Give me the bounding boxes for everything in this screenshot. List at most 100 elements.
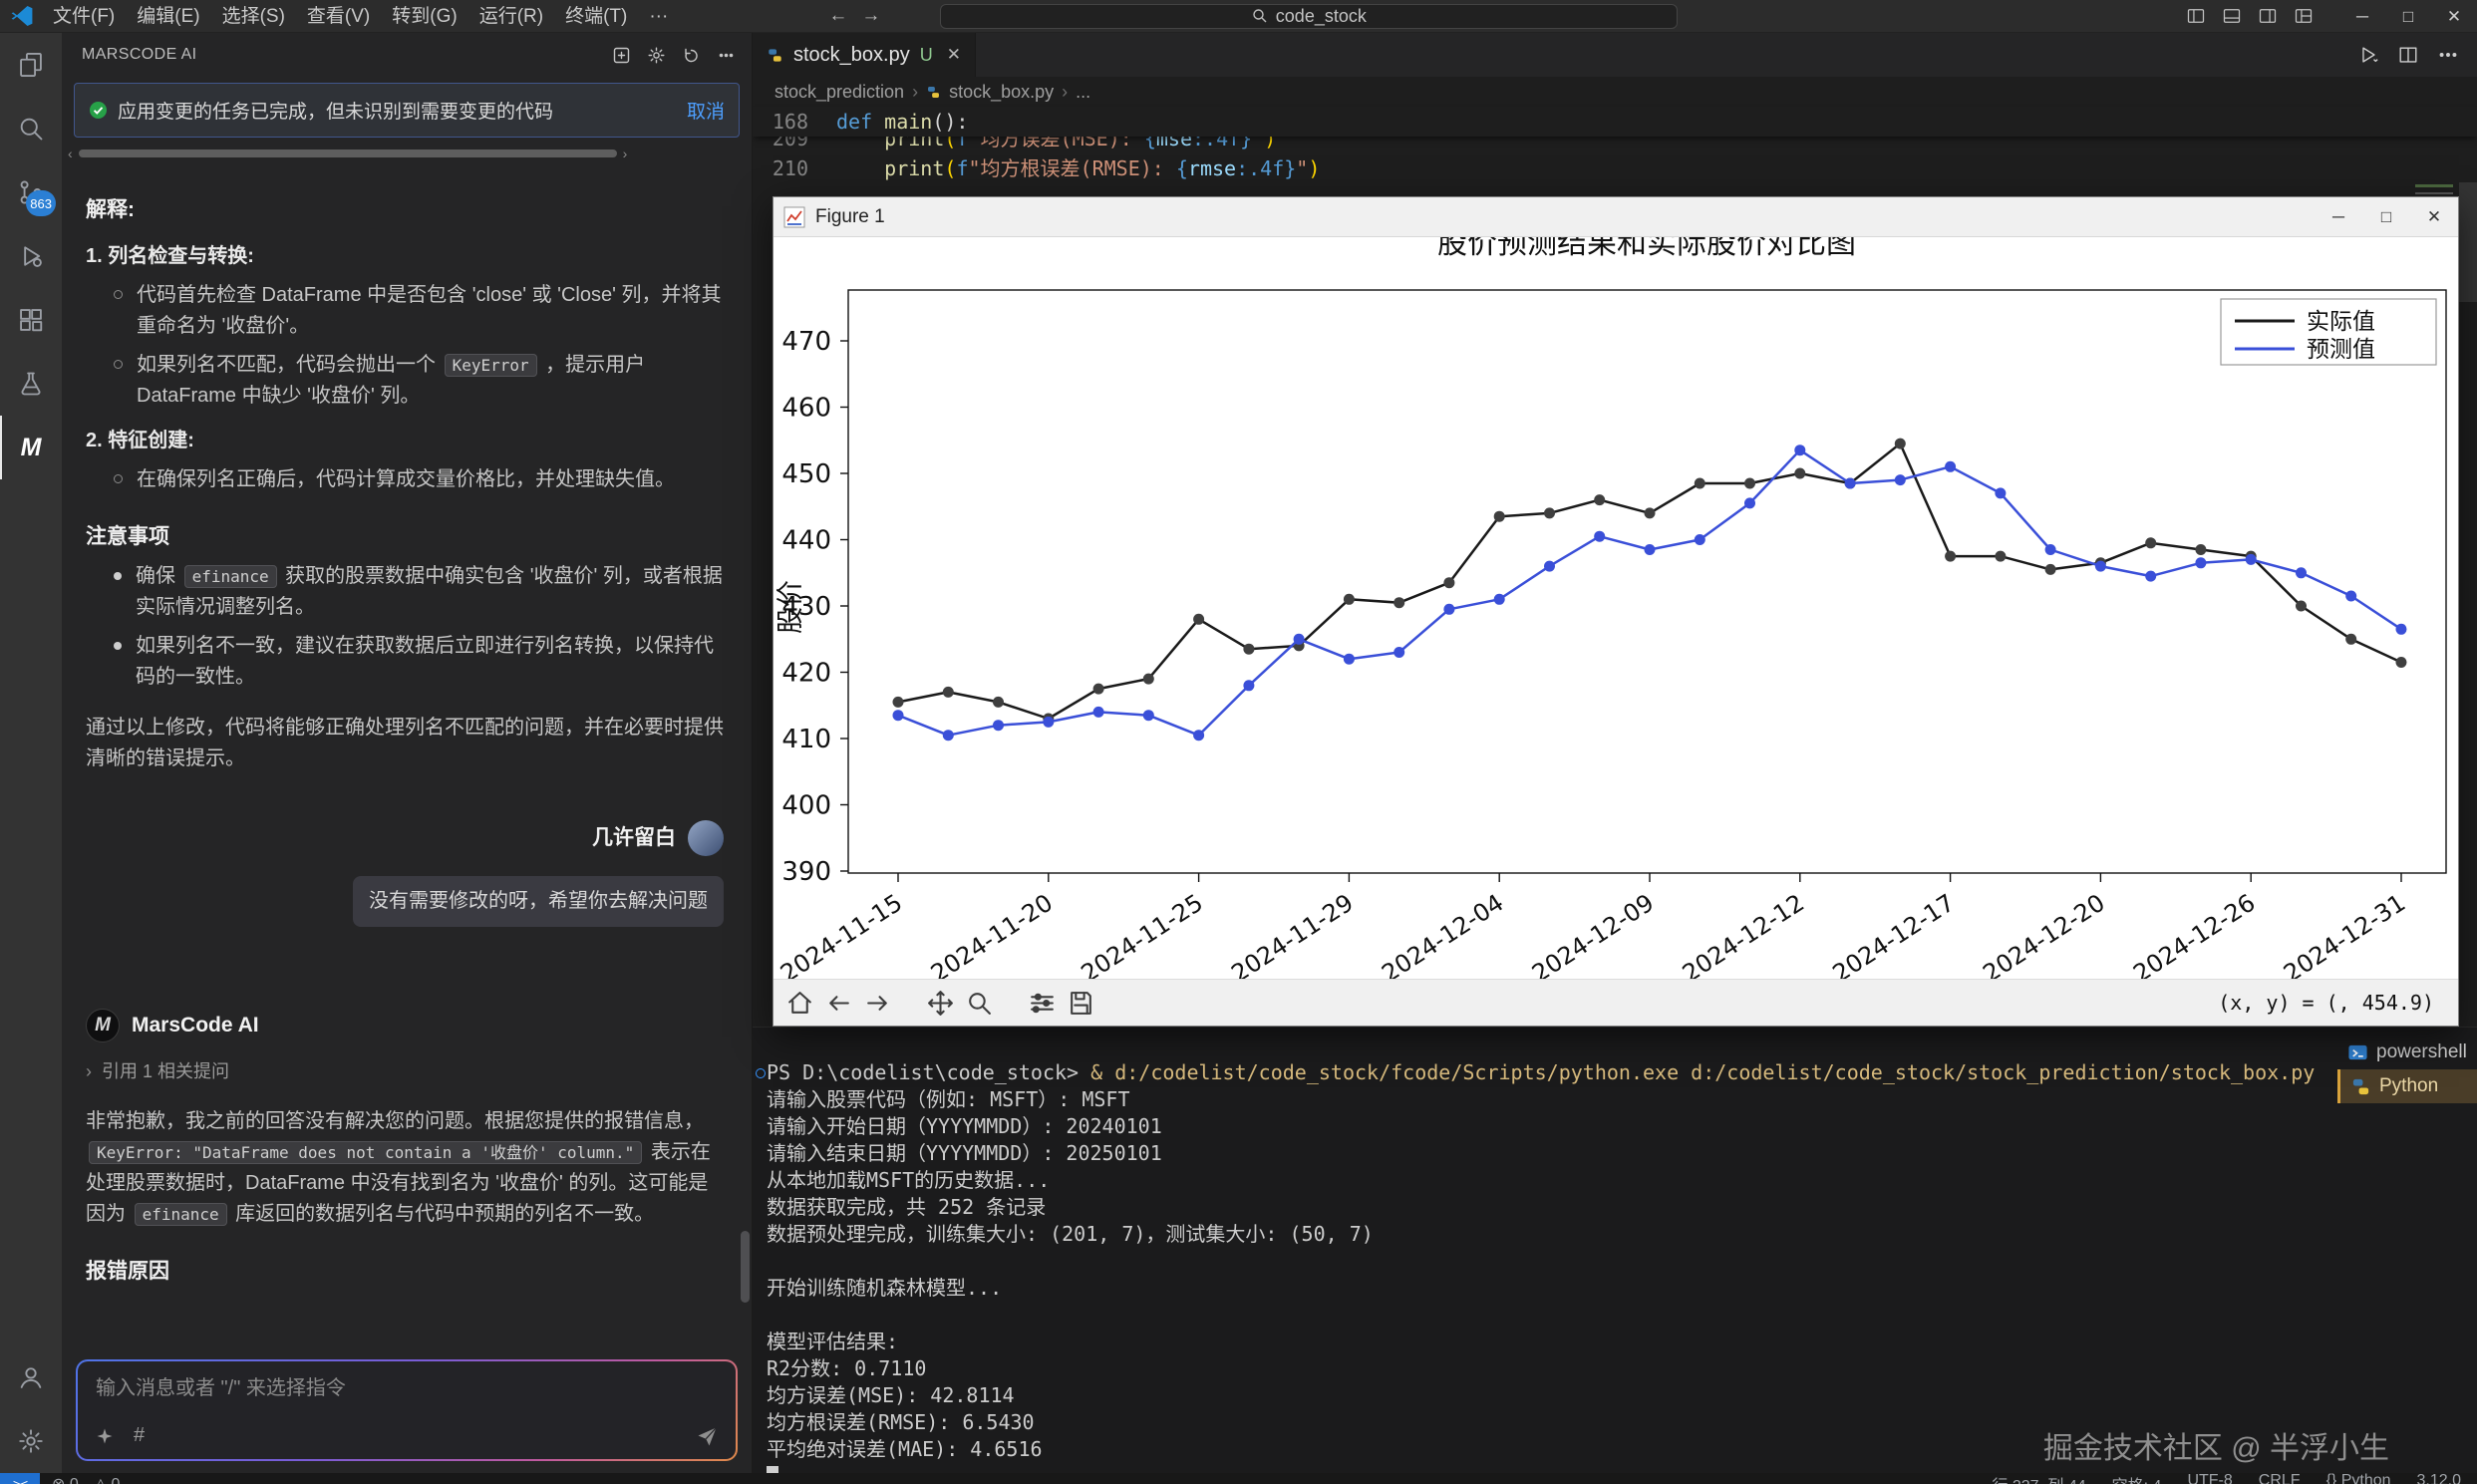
skills-icon[interactable] [96, 1427, 114, 1445]
svg-text:440: 440 [781, 526, 831, 556]
svg-text:420: 420 [781, 659, 831, 689]
menu-item[interactable]: 转到(G) [381, 0, 467, 33]
customize-layout-icon[interactable] [2294, 6, 2314, 26]
vscode-logo-icon [10, 4, 34, 28]
nav-forward-icon[interactable]: → [861, 5, 880, 27]
terminal-tab-python[interactable]: Python [2337, 1069, 2477, 1103]
panel-settings-icon[interactable] [647, 46, 666, 65]
figure-maximize-button[interactable]: □ [2362, 197, 2410, 236]
figure-chart[interactable]: 股价预测结果和实际股价对比图股价390400410420430440450460… [774, 237, 2458, 979]
remote-indicator-icon[interactable]: >< [0, 1473, 40, 1484]
breadcrumb-folder[interactable]: stock_prediction [774, 82, 904, 103]
more-icon[interactable] [717, 46, 736, 65]
error-heading: 报错原因 [86, 1256, 724, 1289]
chat-scrollbar[interactable] [741, 1231, 750, 1303]
window-maximize-button[interactable]: □ [2385, 0, 2431, 33]
menu-item[interactable]: 查看(V) [296, 0, 381, 33]
status-bar: >< ⊗ 0 △ 0 行 227, 列 44 空格: 4 UTF-8 CRLF {} Py… [0, 1473, 2477, 1484]
new-chat-icon[interactable] [612, 46, 631, 65]
breadcrumb-symbol[interactable]: ... [1076, 82, 1090, 103]
problems-summary[interactable]: ⊗ 0 △ 0 [52, 1474, 120, 1484]
testing-icon[interactable] [0, 352, 62, 416]
save-icon[interactable] [1067, 989, 1095, 1018]
quote-toggle[interactable]: › 引用 1 相关提问 [86, 1058, 724, 1086]
back-icon[interactable] [824, 989, 853, 1018]
account-icon[interactable] [0, 1345, 62, 1409]
status-item[interactable]: {} Python [2326, 1473, 2391, 1484]
status-item[interactable]: 行 227, 列 44 [1992, 1473, 2085, 1484]
status-item[interactable]: CRLF [2259, 1473, 2301, 1484]
settings-gear-icon[interactable] [0, 1409, 62, 1473]
sticky-line: 168def main(): [753, 107, 2477, 137]
chevron-right-icon: › [912, 82, 918, 103]
assistant-name: MarsCode AI [132, 1010, 259, 1042]
search-icon [1252, 8, 1268, 24]
menu-item[interactable]: 运行(R) [468, 0, 554, 33]
figure-close-button[interactable]: ✕ [2410, 197, 2458, 236]
menu-item[interactable]: 文件(F) [42, 0, 126, 33]
svg-text:2024-12-20: 2024-12-20 [1978, 889, 2109, 979]
terminal-panel[interactable]: PS D:\codelist\code_stock> & d:/codelist… [753, 1027, 2477, 1473]
task-notice: 应用变更的任务已完成，但未识别到需要变更的代码 取消 [74, 83, 740, 138]
terminal-output[interactable]: PS D:\codelist\code_stock> & d:/codelist… [753, 1028, 2477, 1484]
figure-titlebar[interactable]: Figure 1 ─ □ ✕ [774, 197, 2458, 237]
history-icon[interactable] [682, 46, 701, 65]
status-item[interactable]: 空格: 4 [2112, 1473, 2162, 1484]
menu-item[interactable]: ··· [638, 0, 679, 33]
zoom-icon[interactable] [965, 989, 994, 1018]
explain-heading: 解释: [86, 194, 724, 227]
scrollbar-thumb[interactable] [79, 149, 617, 157]
window-minimize-button[interactable]: ─ [2339, 0, 2385, 33]
figure-window[interactable]: Figure 1 ─ □ ✕ 股价预测结果和实际股价对比图股价390400410… [773, 196, 2459, 1027]
run-python-file-icon[interactable] [2357, 44, 2379, 66]
chat-input[interactable] [96, 1377, 718, 1400]
menu-item[interactable]: 编辑(E) [126, 0, 210, 33]
cancel-link[interactable]: 取消 [687, 97, 725, 124]
explorer-icon[interactable] [0, 33, 62, 97]
chevron-right-icon: › [1062, 82, 1068, 103]
home-icon[interactable] [785, 989, 814, 1018]
search-sidebar-icon[interactable] [0, 97, 62, 160]
forward-icon[interactable] [863, 989, 892, 1018]
command-center-search[interactable]: code_stock [940, 4, 1678, 29]
status-item[interactable]: △ 0 [95, 1474, 121, 1484]
scroll-left-icon[interactable]: ‹ [68, 146, 73, 161]
scroll-right-icon[interactable]: › [623, 146, 628, 161]
tab-close-icon[interactable]: ✕ [947, 45, 961, 65]
source-control-icon[interactable]: 863 [0, 160, 62, 224]
tab-stock-box[interactable]: stock_box.py U ✕ [753, 33, 976, 77]
chat-input-box[interactable]: # [76, 1359, 738, 1461]
nav-back-icon[interactable]: ← [828, 5, 847, 27]
subplots-config-icon[interactable] [1028, 989, 1057, 1018]
breadcrumb-file[interactable]: stock_box.py [949, 82, 1054, 103]
figure-minimize-button[interactable]: ─ [2315, 197, 2362, 236]
status-item[interactable]: ⊗ 0 [52, 1474, 79, 1484]
run-debug-icon[interactable] [0, 224, 62, 288]
chat-bullet: 确保 efinance 获取的股票数据中确实包含 '收盘价' 列，或者根据实际情… [114, 561, 724, 623]
marscode-ai-icon[interactable]: M [0, 416, 62, 479]
send-icon[interactable] [696, 1425, 718, 1447]
pan-icon[interactable] [926, 989, 955, 1018]
menu-item[interactable]: 终端(T) [554, 0, 638, 33]
panel-title: MARSCODE AI [82, 46, 197, 64]
context-hash-icon[interactable]: # [134, 1424, 145, 1447]
terminal-line: PS D:\codelist\code_stock> & d:/codelist… [767, 1059, 2477, 1086]
tab-label: stock_box.py [793, 44, 910, 67]
svg-text:2024-11-29: 2024-11-29 [1226, 889, 1358, 979]
editor-more-icon[interactable] [2437, 44, 2459, 66]
notice-scrollbar[interactable]: ‹ › [68, 146, 748, 161]
menu-item[interactable]: 选择(S) [211, 0, 296, 33]
window-close-button[interactable]: ✕ [2431, 0, 2477, 33]
toggle-secondary-sidebar-icon[interactable] [2258, 6, 2278, 26]
code-viewport[interactable]: 168def main(): 209 print(f"均方误差(MSE): {m… [753, 107, 2477, 198]
toggle-sidebar-icon[interactable] [2186, 6, 2206, 26]
terminal-tab-powershell[interactable]: powershell [2337, 1036, 2477, 1069]
split-editor-icon[interactable] [2397, 44, 2419, 66]
editor-scrollbar[interactable] [2459, 182, 2477, 302]
status-item[interactable]: 3.12.0 [2417, 1473, 2461, 1484]
chat-bullet: 在确保列名正确后，代码计算成交量价格比，并处理缺失值。 [114, 464, 724, 495]
status-item[interactable]: UTF-8 [2187, 1473, 2232, 1484]
extensions-icon[interactable] [0, 288, 62, 352]
terminal-line: 开始训练随机森林模型... [767, 1275, 2477, 1302]
toggle-panel-icon[interactable] [2222, 6, 2242, 26]
